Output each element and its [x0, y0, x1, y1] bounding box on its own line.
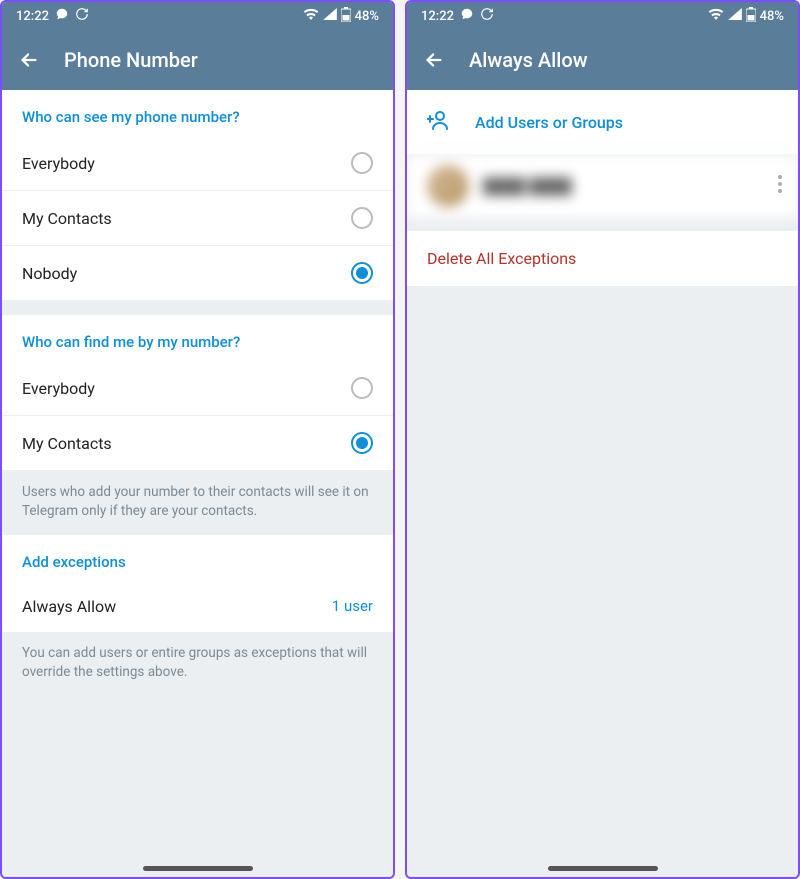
radio-icon: [351, 207, 373, 229]
signal-icon: [728, 8, 742, 24]
chat-icon: [55, 7, 69, 25]
add-user-icon: [427, 108, 451, 136]
section-header-visibility: Who can see my phone number?: [2, 90, 393, 136]
radio-find-mycontacts[interactable]: My Contacts: [2, 416, 393, 471]
radio-find-everybody[interactable]: Everybody: [2, 361, 393, 416]
row-label: Always Allow: [22, 597, 116, 616]
add-users-label: Add Users or Groups: [475, 113, 623, 132]
section-header-exceptions: Add exceptions: [2, 535, 393, 581]
sync-icon: [480, 7, 494, 25]
radio-icon-selected: [351, 262, 373, 284]
always-allow-row[interactable]: Always Allow 1 user: [2, 581, 393, 632]
radio-label: My Contacts: [22, 209, 112, 228]
radio-icon: [351, 152, 373, 174]
home-indicator[interactable]: [548, 866, 658, 871]
help-text-exceptions: You can add users or entire groups as ex…: [2, 632, 393, 696]
avatar: [427, 165, 469, 207]
page-title: Always Allow: [469, 48, 588, 72]
chat-icon: [460, 7, 474, 25]
radio-label: Everybody: [22, 154, 95, 173]
appbar: Always Allow: [407, 30, 798, 90]
wifi-icon: [708, 8, 724, 24]
radio-label: My Contacts: [22, 434, 112, 453]
home-indicator[interactable]: [143, 866, 253, 871]
status-battery-pct: 48%: [760, 9, 784, 24]
phone-screen-left: 12:22 48% Phone Number Who: [0, 0, 395, 879]
user-name-blurred: ████ ████: [483, 177, 778, 195]
status-bar: 12:22 48%: [2, 2, 393, 30]
section-header-findme: Who can find me by my number?: [2, 315, 393, 361]
sync-icon: [75, 7, 89, 25]
row-value: 1 user: [332, 597, 373, 615]
delete-label: Delete All Exceptions: [427, 249, 576, 268]
phone-screen-right: 12:22 48% Always Allow: [405, 0, 800, 879]
status-time: 12:22: [421, 9, 454, 24]
radio-my-contacts[interactable]: My Contacts: [2, 191, 393, 246]
back-icon[interactable]: [18, 49, 40, 71]
signal-icon: [323, 8, 337, 24]
add-users-row[interactable]: Add Users or Groups: [407, 90, 798, 154]
battery-icon: [341, 7, 351, 26]
radio-label: Nobody: [22, 264, 77, 283]
help-text-findme: Users who add your number to their conta…: [2, 471, 393, 535]
radio-nobody[interactable]: Nobody: [2, 246, 393, 301]
more-icon[interactable]: [778, 175, 782, 197]
content-area: Who can see my phone number? Everybody M…: [2, 90, 393, 877]
user-list-item[interactable]: ████ ████: [407, 154, 798, 217]
appbar: Phone Number: [2, 30, 393, 90]
battery-icon: [746, 7, 756, 26]
status-time: 12:22: [16, 9, 49, 24]
radio-label: Everybody: [22, 379, 95, 398]
radio-icon: [351, 377, 373, 399]
status-bar: 12:22 48%: [407, 2, 798, 30]
radio-icon-selected: [351, 432, 373, 454]
radio-everybody[interactable]: Everybody: [2, 136, 393, 191]
delete-exceptions-row[interactable]: Delete All Exceptions: [407, 231, 798, 286]
wifi-icon: [303, 8, 319, 24]
content-area: Add Users or Groups ████ ████ Delete All…: [407, 90, 798, 877]
back-icon[interactable]: [423, 49, 445, 71]
page-title: Phone Number: [64, 48, 198, 72]
status-battery-pct: 48%: [355, 9, 379, 24]
